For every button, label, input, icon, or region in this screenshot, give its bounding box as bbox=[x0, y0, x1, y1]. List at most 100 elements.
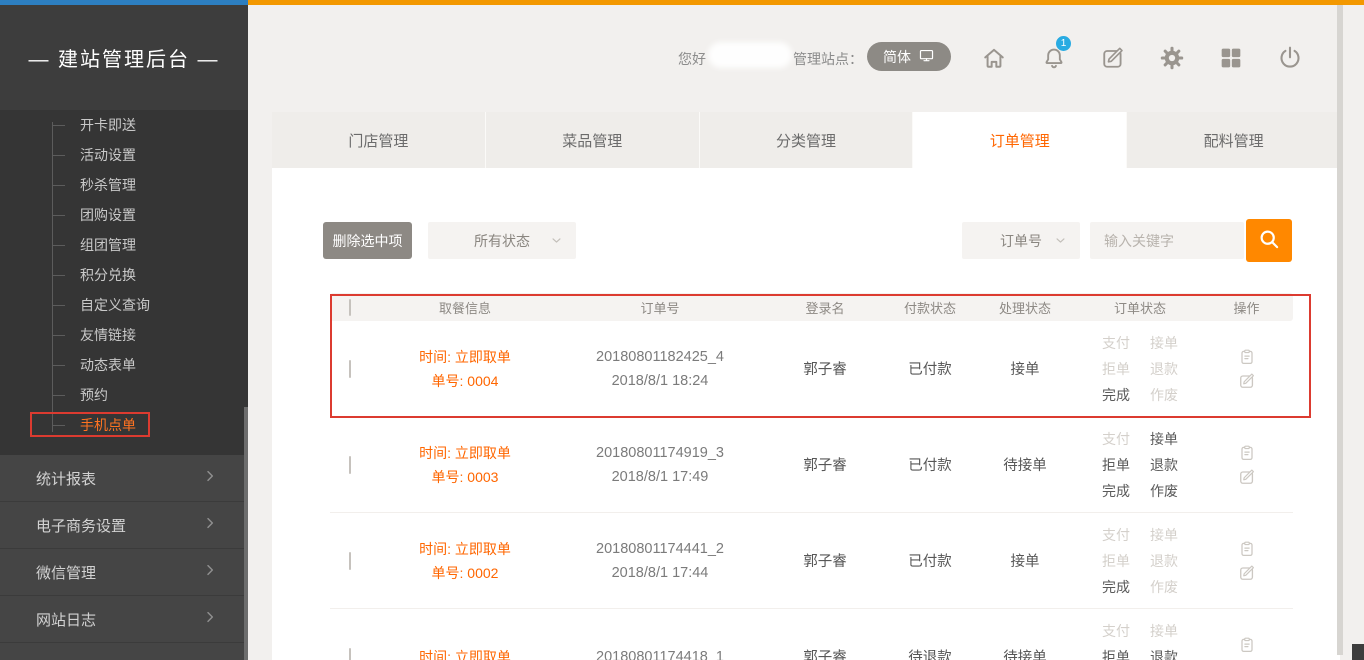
order-time: 2018/8/1 18:24 bbox=[560, 369, 760, 393]
sidebar-item-label: 活动设置 bbox=[80, 145, 136, 165]
sidebar-group-label: 电子商务设置 bbox=[36, 515, 126, 536]
status-filter-dropdown[interactable]: 所有状态 bbox=[428, 222, 576, 259]
status-link: 接单 bbox=[1149, 522, 1179, 548]
order-no-cell: 20180801174418_1 bbox=[560, 645, 760, 660]
sidebar-item-label: 组团管理 bbox=[80, 235, 136, 255]
sidebar-item-1[interactable]: 开卡即送 bbox=[0, 110, 248, 140]
pay-status-cell: 已付款 bbox=[890, 454, 970, 475]
clipboard-icon-button[interactable] bbox=[1237, 443, 1257, 463]
gear-button[interactable] bbox=[1158, 44, 1186, 72]
pickup-time: 时间: 立即取单 bbox=[370, 537, 560, 561]
search-button[interactable] bbox=[1246, 219, 1292, 262]
table-row-1: 时间: 立即取单单号: 000420180801182425_42018/8/1… bbox=[330, 321, 1293, 417]
tab-label: 配料管理 bbox=[1204, 130, 1264, 151]
pay-status-cell: 已付款 bbox=[890, 550, 970, 571]
pickup-time: 时间: 立即取单 bbox=[370, 441, 560, 465]
status-link: 支付 bbox=[1101, 426, 1131, 452]
language-button[interactable]: 简体 bbox=[867, 42, 951, 71]
compose-button[interactable] bbox=[1099, 44, 1127, 72]
pickup-time: 时间: 立即取单 bbox=[370, 645, 560, 660]
tab-4[interactable]: 订单管理 bbox=[912, 112, 1126, 168]
status-link: 作废 bbox=[1149, 382, 1179, 408]
edit-icon-button[interactable] bbox=[1237, 371, 1257, 391]
status-link[interactable]: 退款 bbox=[1149, 452, 1179, 478]
select-all-checkbox[interactable] bbox=[349, 299, 351, 316]
clipboard-icon-button[interactable] bbox=[1237, 635, 1257, 655]
row-checkbox[interactable] bbox=[349, 552, 351, 570]
content-panel: 删除选中项 所有状态 订单号 取餐信息订单号登录名付款状态处理状态订单状态操作 … bbox=[272, 168, 1340, 660]
order-no: 20180801174418_1 bbox=[560, 645, 760, 660]
row-checkbox[interactable] bbox=[349, 360, 351, 378]
sidebar-group-4[interactable]: 网站日志 bbox=[0, 596, 248, 643]
sidebar-item-8[interactable]: 友情链接 bbox=[0, 320, 248, 350]
status-link[interactable]: 完成 bbox=[1101, 382, 1131, 408]
gear-icon bbox=[1158, 60, 1186, 75]
checkbox-cell bbox=[330, 361, 370, 377]
status-links: 支付接单拒单退款完成作废 bbox=[1092, 426, 1188, 504]
status-link[interactable]: 完成 bbox=[1101, 574, 1131, 600]
page-scrollbar[interactable] bbox=[1337, 5, 1343, 655]
sidebar-item-2[interactable]: 活动设置 bbox=[0, 140, 248, 170]
annotation-box-menu bbox=[30, 412, 150, 437]
login-name-cell: 郭子睿 bbox=[760, 358, 890, 379]
sidebar-scrollbar[interactable] bbox=[244, 407, 248, 660]
status-link-line: 完成作废 bbox=[1092, 574, 1188, 600]
sidebar-item-label: 秒杀管理 bbox=[80, 175, 136, 195]
status-link[interactable]: 完成 bbox=[1101, 478, 1131, 504]
sidebar-item-11[interactable]: 手机点单 bbox=[0, 410, 248, 440]
status-link[interactable]: 退款 bbox=[1149, 644, 1179, 660]
grid-button[interactable] bbox=[1217, 44, 1245, 72]
status-link: 支付 bbox=[1101, 330, 1131, 356]
row-checkbox[interactable] bbox=[349, 648, 351, 660]
status-link: 拒单 bbox=[1101, 548, 1131, 574]
tab-3[interactable]: 分类管理 bbox=[699, 112, 913, 168]
tab-1[interactable]: 门店管理 bbox=[272, 112, 485, 168]
status-link: 退款 bbox=[1149, 548, 1179, 574]
sidebar-group-label: 微信管理 bbox=[36, 562, 96, 583]
status-link[interactable]: 接单 bbox=[1149, 426, 1179, 452]
sidebar-group-3[interactable]: 微信管理 bbox=[0, 549, 248, 596]
tab-label: 分类管理 bbox=[776, 130, 836, 151]
status-link-line: 完成作废 bbox=[1092, 478, 1188, 504]
status-link-line: 拒单 退款 bbox=[1092, 644, 1188, 660]
home-button[interactable] bbox=[980, 44, 1008, 72]
column-header: 订单号 bbox=[560, 298, 760, 317]
keyword-input[interactable] bbox=[1090, 222, 1244, 259]
sidebar-item-4[interactable]: 团购设置 bbox=[0, 200, 248, 230]
sidebar-group-1[interactable]: 统计报表 bbox=[0, 455, 248, 502]
edit-icon-button[interactable] bbox=[1237, 467, 1257, 487]
grid-icon bbox=[1217, 60, 1245, 75]
search-icon bbox=[1256, 226, 1282, 255]
tab-2[interactable]: 菜品管理 bbox=[485, 112, 699, 168]
sidebar-item-label: 动态表单 bbox=[80, 355, 136, 375]
delete-selected-button[interactable]: 删除选中项 bbox=[323, 222, 412, 259]
status-link[interactable]: 拒单 bbox=[1101, 452, 1131, 478]
table-row-4: 时间: 立即取单20180801174418_1郭子睿待退款待接单支付接单拒单退… bbox=[330, 609, 1293, 660]
clipboard-icon-button[interactable] bbox=[1237, 539, 1257, 559]
chevron-right-icon bbox=[202, 609, 218, 629]
edit-icon-button[interactable] bbox=[1237, 563, 1257, 583]
sidebar-item-label: 团购设置 bbox=[80, 205, 136, 225]
power-icon bbox=[1276, 60, 1304, 75]
process-status-cell: 接单 bbox=[970, 358, 1080, 379]
sidebar-item-6[interactable]: 积分兑换 bbox=[0, 260, 248, 290]
sidebar-item-5[interactable]: 组团管理 bbox=[0, 230, 248, 260]
sidebar-item-9[interactable]: 动态表单 bbox=[0, 350, 248, 380]
column-header: 处理状态 bbox=[970, 298, 1080, 317]
sidebar-item-3[interactable]: 秒杀管理 bbox=[0, 170, 248, 200]
power-button[interactable] bbox=[1276, 44, 1304, 72]
sidebar-item-7[interactable]: 自定义查询 bbox=[0, 290, 248, 320]
clipboard-icon-button[interactable] bbox=[1237, 347, 1257, 367]
column-header: 付款状态 bbox=[890, 298, 970, 317]
home-icon bbox=[980, 60, 1008, 75]
row-checkbox[interactable] bbox=[349, 456, 351, 474]
column-header: 订单状态 bbox=[1080, 298, 1200, 317]
sidebar-item-10[interactable]: 预约 bbox=[0, 380, 248, 410]
search-field-dropdown[interactable]: 订单号 bbox=[962, 222, 1080, 259]
pickup-no: 单号: 0004 bbox=[370, 369, 560, 393]
tab-5[interactable]: 配料管理 bbox=[1126, 112, 1340, 168]
status-filter-value: 所有状态 bbox=[474, 231, 530, 251]
sidebar-group-2[interactable]: 电子商务设置 bbox=[0, 502, 248, 549]
status-link[interactable]: 作废 bbox=[1149, 478, 1179, 504]
status-link[interactable]: 拒单 bbox=[1101, 644, 1131, 660]
